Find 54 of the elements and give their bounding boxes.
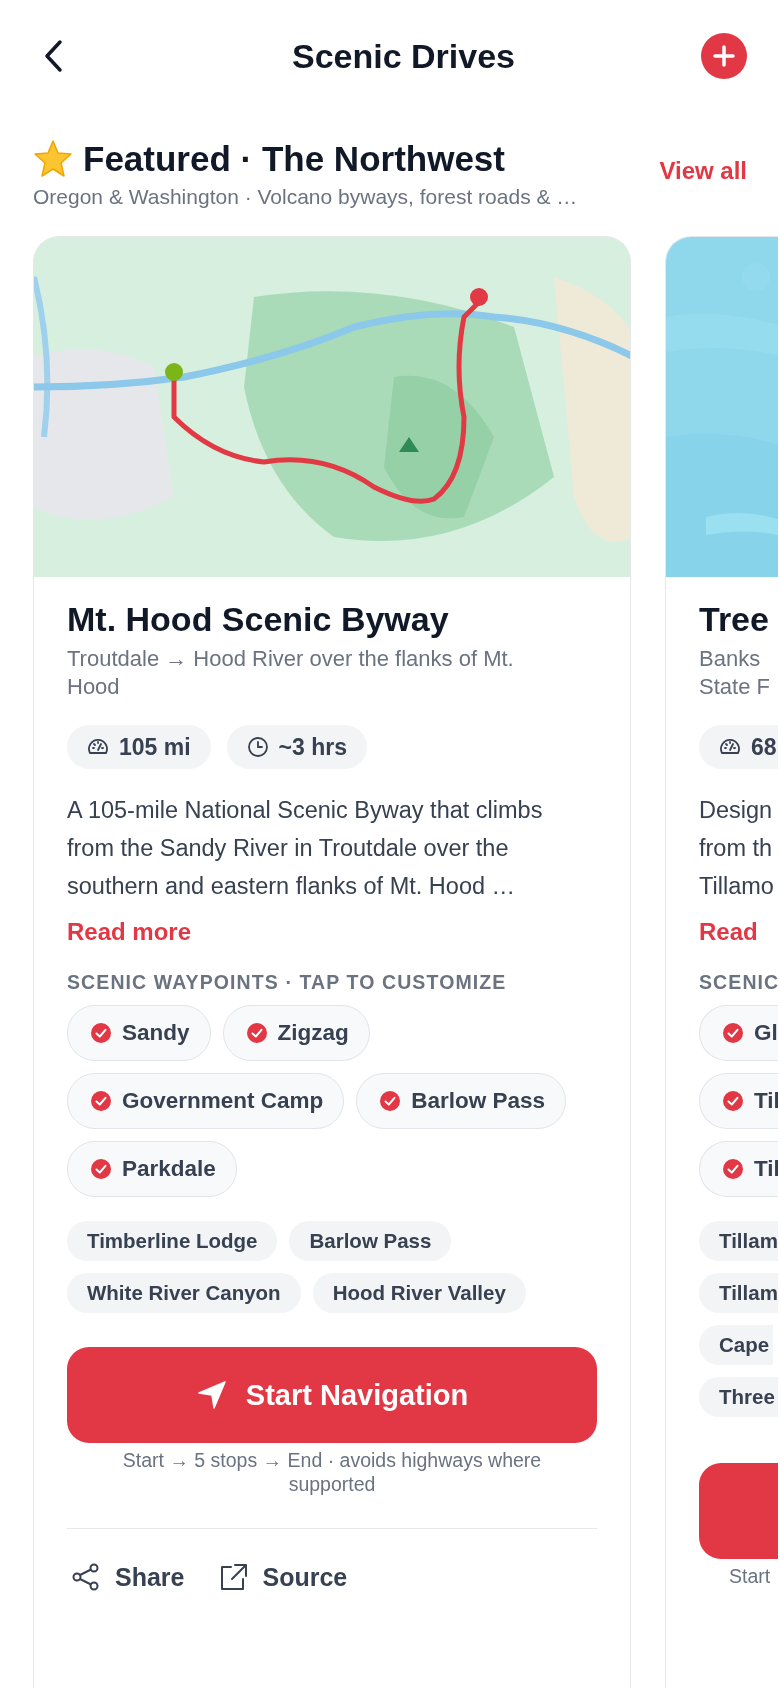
page-title: Scenic Drives xyxy=(292,36,515,76)
share-button[interactable]: Share xyxy=(67,1562,185,1592)
waypoint-chip[interactable]: Til xyxy=(699,1073,778,1129)
read-more-link[interactable]: Read more xyxy=(67,918,192,946)
view-all-link[interactable]: View all xyxy=(659,157,747,185)
section-subtitle: Oregon & Washington · Volcano byways, forest roads & … xyxy=(33,185,578,209)
route-subtitle: Banks State F xyxy=(699,645,770,701)
route-note: Start xyxy=(728,1564,772,1588)
check-circle-icon xyxy=(245,1022,268,1044)
waypoints-label: SCENIC xyxy=(699,971,778,994)
check-circle-icon xyxy=(90,1090,112,1112)
distance-chip: 105 mi xyxy=(67,725,211,769)
star-icon xyxy=(33,139,73,179)
duration-chip: ~3 hrs xyxy=(226,725,367,769)
place-tag: Timberline Lodge xyxy=(67,1221,278,1261)
route-note: Start → 5 stops → End · avoids highways where supported xyxy=(121,1448,543,1496)
waypoint-chip[interactable]: Sandy xyxy=(67,1005,211,1061)
route-subtitle: Troutdale → Hood River over the flanks of Mt. Hood xyxy=(67,645,514,701)
check-circle-icon xyxy=(722,1090,744,1112)
place-tag: Hood River Valley xyxy=(312,1273,526,1313)
place-tag: Three xyxy=(699,1377,778,1417)
place-tag: Barlow Pass xyxy=(289,1221,452,1261)
waypoint-chip[interactable]: Til xyxy=(699,1141,778,1197)
read-more-link[interactable]: Read xyxy=(699,918,758,946)
waypoints-label: SCENIC WAYPOINTS · TAP TO CUSTOMIZE xyxy=(67,971,507,994)
source-button[interactable]: Source xyxy=(214,1562,348,1592)
share-icon xyxy=(71,1562,101,1592)
place-tag: Tillam xyxy=(699,1221,778,1261)
route-title: Mt. Hood Scenic Byway xyxy=(67,600,449,639)
plus-icon xyxy=(713,45,735,67)
external-link-icon xyxy=(218,1562,249,1592)
waypoint-chip[interactable]: Government Camp xyxy=(67,1073,345,1129)
place-tag: White River Canyon xyxy=(67,1273,301,1313)
section-title: Featured · The Northwest xyxy=(83,139,505,179)
check-circle-icon xyxy=(90,1022,112,1044)
waypoint-chip[interactable]: Gl xyxy=(699,1005,778,1061)
waypoint-chip[interactable]: Barlow Pass xyxy=(356,1073,567,1129)
distance-chip: 68 xyxy=(699,725,778,769)
clock-icon xyxy=(246,736,269,758)
check-circle-icon xyxy=(722,1158,744,1180)
waypoint-chip[interactable]: Parkdale xyxy=(67,1141,237,1197)
waypoint-chip[interactable]: Zigzag xyxy=(222,1005,370,1061)
navigation-arrow-icon xyxy=(195,1379,228,1411)
route-description: Design from th Tillamo xyxy=(699,796,774,901)
start-navigation-button[interactable] xyxy=(699,1463,778,1559)
add-button[interactable] xyxy=(701,33,747,79)
check-circle-icon xyxy=(379,1090,402,1112)
route-title: Tree xyxy=(699,600,769,639)
start-navigation-button[interactable]: Start Navigation xyxy=(67,1347,597,1443)
check-circle-icon xyxy=(722,1022,744,1044)
check-circle-icon xyxy=(90,1158,112,1180)
route-description: A 105-mile National Scenic Byway that climbs from the Sandy River in Troutdale over the southern and eastern flanks of Mt. Hood … xyxy=(67,796,543,901)
place-tag: Tillam xyxy=(699,1273,778,1313)
place-tag: Cape xyxy=(699,1325,774,1365)
